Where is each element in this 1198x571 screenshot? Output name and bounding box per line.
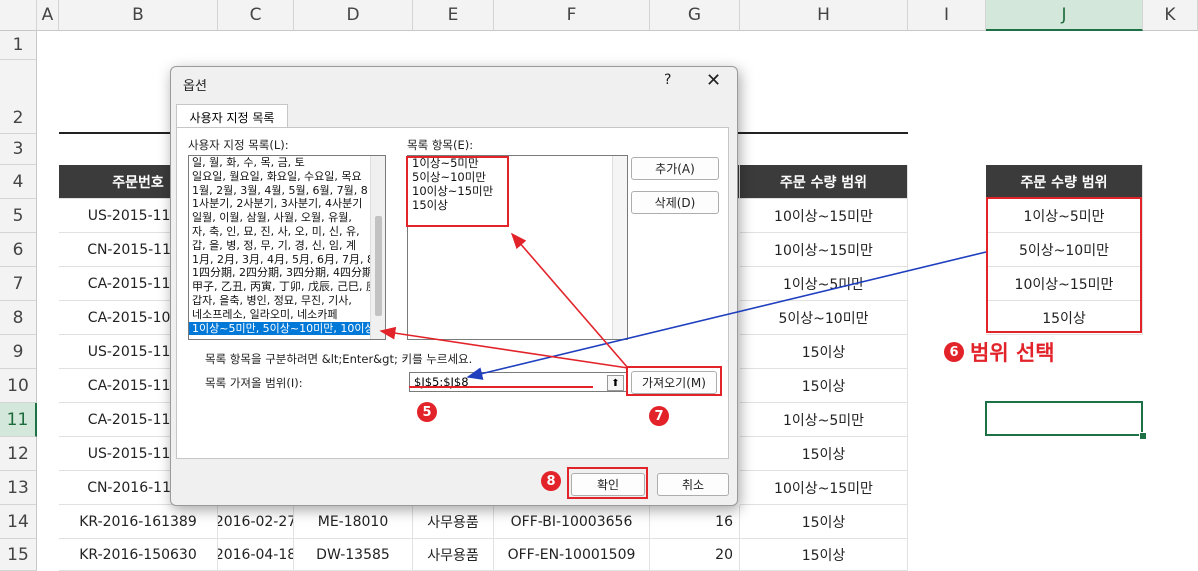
customer-cell[interactable]: ME-18010 <box>294 505 413 539</box>
delete-button[interactable]: 삭제(D) <box>631 191 719 214</box>
col-header-f[interactable]: F <box>494 0 650 31</box>
header-qty-range-h[interactable]: 주문 수량 범위 <box>740 165 908 199</box>
customer-cell[interactable]: DW-13585 <box>294 539 413 571</box>
row-header-12[interactable]: 12 <box>0 437 37 471</box>
row-header-10[interactable]: 10 <box>0 369 37 403</box>
options-dialog: 옵션 ? ✕ 사용자 지정 목록 사용자 지정 목록(L): 일, 월, 화, … <box>170 66 738 506</box>
fill-handle[interactable] <box>1139 432 1147 440</box>
scroll-thumb[interactable] <box>375 216 382 316</box>
entries-scrollbar[interactable] <box>612 156 627 339</box>
row-header-4[interactable]: 4 <box>0 165 37 199</box>
product-cell[interactable]: OFF-EN-10001509 <box>494 539 650 571</box>
qty-range-cell[interactable]: 1이상~5미만 <box>740 403 908 437</box>
qty-range-cell[interactable]: 15이상 <box>740 437 908 471</box>
active-cell-j11[interactable] <box>985 401 1143 436</box>
separator-hint: 목록 항목을 구분하려면 &lt;Enter&gt; 키를 누르세요. <box>205 352 473 366</box>
list-item[interactable]: 甲子, 乙丑, 丙寅, 丁卯, 戊辰, 己巳, 庚 <box>189 280 385 294</box>
step-badge-5: 5 <box>417 402 437 422</box>
range-selection-highlight <box>986 197 1142 333</box>
step-badge-7: 7 <box>649 406 669 426</box>
list-item[interactable]: 1사분기, 2사분기, 3사분기, 4사분기 <box>189 197 385 211</box>
import-button-highlight <box>626 366 722 396</box>
col-header-c[interactable]: C <box>218 0 294 31</box>
list-item[interactable]: 자, 축, 인, 묘, 진, 사, 오, 미, 신, 유, <box>189 225 385 239</box>
list-item[interactable]: 갑, 을, 병, 정, 무, 기, 경, 신, 임, 계 <box>189 239 385 253</box>
listbox-scrollbar[interactable] <box>370 156 385 339</box>
list-item[interactable]: 일월, 이월, 삼월, 사월, 오월, 유월, <box>189 211 385 225</box>
tab-custom-lists[interactable]: 사용자 지정 목록 <box>176 104 288 129</box>
col-header-a[interactable]: A <box>37 0 59 31</box>
list-item[interactable]: 네소프레소, 일라오미, 네소카페 <box>189 308 385 322</box>
col-header-e[interactable]: E <box>413 0 494 31</box>
import-range-label: 목록 가져올 범위(I): <box>205 376 303 390</box>
select-all-corner[interactable] <box>0 0 37 31</box>
category-cell[interactable]: 사무용품 <box>413 539 494 571</box>
date-cell[interactable]: 2016-04-18 <box>218 539 294 571</box>
order-id-cell[interactable]: KR-2016-161389 <box>59 505 218 539</box>
category-cell[interactable]: 사무용품 <box>413 505 494 539</box>
row-header-8[interactable]: 8 <box>0 301 37 335</box>
row-header-14[interactable]: 14 <box>0 505 37 539</box>
row-header-9[interactable]: 9 <box>0 335 37 369</box>
row-header-2[interactable]: 2 <box>0 60 37 134</box>
row-header-1[interactable]: 1 <box>0 31 37 60</box>
qty-range-cell[interactable]: 5이상~10미만 <box>740 301 908 335</box>
qty-range-cell[interactable]: 10이상~15미만 <box>740 233 908 267</box>
qty-cell[interactable]: 16 <box>650 505 740 539</box>
close-icon[interactable]: ✕ <box>706 70 721 91</box>
list-item[interactable]: 1月, 2月, 3月, 4月, 5月, 6月, 7月, 8 <box>189 253 385 267</box>
qty-range-cell[interactable]: 10이상~15미만 <box>740 199 908 233</box>
qty-cell[interactable]: 20 <box>650 539 740 571</box>
row-header-5[interactable]: 5 <box>0 199 37 233</box>
row-header-7[interactable]: 7 <box>0 267 37 301</box>
col-header-j[interactable]: J <box>986 0 1143 31</box>
custom-lists-listbox[interactable]: 일, 월, 화, 수, 목, 금, 토 일요일, 월요일, 화요일, 수요일, … <box>188 155 386 340</box>
date-cell[interactable]: 2016-02-27 <box>218 505 294 539</box>
qty-range-cell[interactable]: 1이상~5미만 <box>740 267 908 301</box>
ok-button-highlight <box>567 467 648 499</box>
list-item[interactable]: 1월, 2월, 3월, 4월, 5월, 6월, 7월, 8 <box>189 184 385 198</box>
entries-label: 목록 항목(E): <box>407 138 474 152</box>
step-badge-6: 6 <box>944 342 964 362</box>
order-id-cell[interactable]: KR-2016-150630 <box>59 539 218 571</box>
col-header-b[interactable]: B <box>59 0 218 31</box>
row-header-15[interactable]: 15 <box>0 539 37 571</box>
col-header-i[interactable]: I <box>908 0 986 31</box>
col-header-k[interactable]: K <box>1143 0 1198 31</box>
row-header-11[interactable]: 11 <box>0 403 37 437</box>
col-header-d[interactable]: D <box>294 0 413 31</box>
cancel-button[interactable]: 취소 <box>657 473 729 496</box>
custom-lists-label: 사용자 지정 목록(L): <box>188 138 289 152</box>
qty-range-cell[interactable]: 15이상 <box>740 369 908 403</box>
qty-range-cell[interactable]: 10이상~15미만 <box>740 471 908 505</box>
product-cell[interactable]: OFF-BI-10003656 <box>494 505 650 539</box>
entries-highlight <box>406 156 509 227</box>
help-icon[interactable]: ? <box>664 72 671 88</box>
qty-range-cell[interactable]: 15이상 <box>740 335 908 369</box>
qty-range-cell[interactable]: 15이상 <box>740 539 908 571</box>
list-item[interactable]: 갑자, 을축, 병인, 정묘, 무진, 기사, <box>189 294 385 308</box>
list-item[interactable]: 1四分期, 2四分期, 3四分期, 4四分期 <box>189 266 385 280</box>
col-header-h[interactable]: H <box>740 0 908 31</box>
list-item[interactable]: 일, 월, 화, 수, 목, 금, 토 <box>189 156 385 170</box>
dialog-title: 옵션 <box>183 79 207 94</box>
row-header-6[interactable]: 6 <box>0 233 37 267</box>
step-badge-8: 8 <box>541 471 561 491</box>
import-range-input[interactable]: $J$5:$J$8 ⬆ <box>409 372 627 392</box>
row-header-13[interactable]: 13 <box>0 471 37 505</box>
step-6-label: 범위 선택 <box>970 341 1055 365</box>
row-header-3[interactable]: 3 <box>0 134 37 165</box>
add-button[interactable]: 추가(A) <box>631 157 719 180</box>
header-qty-range-j[interactable]: 주문 수량 범위 <box>986 165 1143 199</box>
collapse-dialog-icon[interactable]: ⬆ <box>607 375 624 391</box>
list-item[interactable]: 일요일, 월요일, 화요일, 수요일, 목요 <box>189 170 385 184</box>
list-item-selected[interactable]: 1이상~5미만, 5이상~10미만, 10이상 <box>189 321 385 336</box>
col-header-g[interactable]: G <box>650 0 740 31</box>
qty-range-cell[interactable]: 15이상 <box>740 505 908 539</box>
range-underline <box>409 386 593 388</box>
